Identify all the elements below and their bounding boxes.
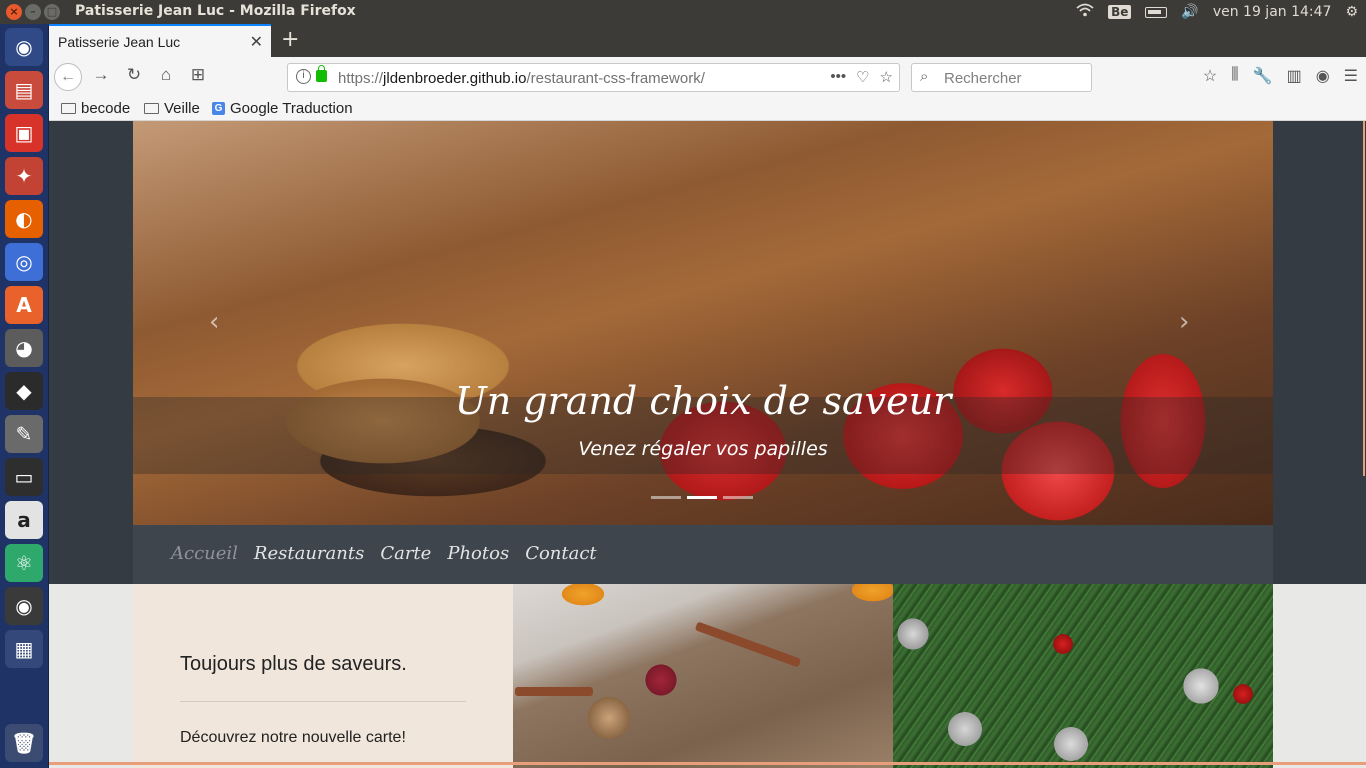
new-tab-button[interactable]: +: [281, 27, 299, 52]
page-actions-icon[interactable]: •••: [830, 68, 846, 86]
tab-strip: Patisserie Jean Luc ✕ +: [49, 24, 1366, 57]
forward-button[interactable]: →: [90, 65, 112, 85]
url-scheme: https://: [338, 70, 384, 87]
cinnamon-stick: [694, 621, 802, 668]
files-app-icon[interactable]: ▤: [5, 71, 43, 109]
keyboard-layout-indicator[interactable]: Be: [1108, 5, 1132, 19]
url-text[interactable]: https://jldenbroeder.github.io/restauran…: [338, 70, 705, 87]
feature-text: Découvrez notre nouvelle carte!: [180, 729, 406, 746]
bookmark-google-traduction[interactable]: G Google Traduction: [212, 100, 353, 117]
carousel-indicators: [651, 496, 753, 499]
screenshot-app-icon[interactable]: ▣: [5, 114, 43, 152]
ubuntu-dash-icon[interactable]: ◉: [5, 28, 43, 66]
inkscape-icon[interactable]: ◆: [5, 372, 43, 410]
chrome-icon[interactable]: ◎: [5, 243, 43, 281]
nav-link-photos[interactable]: Photos: [447, 543, 509, 564]
search-bar[interactable]: ⌕ Rechercher: [911, 63, 1092, 92]
carousel-caption-subtitle: Venez régaler vos papilles: [578, 438, 828, 460]
bookmark-label: Google Traduction: [230, 100, 353, 117]
bookmark-label: Veille: [164, 100, 200, 117]
app-launcher: ◉ ▤ ▣ ✦ ◐ ◎ A ◕ ◆ ✎ ▭ a ⚛ ◉ ▦ 🗑: [0, 24, 49, 768]
firefox-icon[interactable]: ◐: [5, 200, 43, 238]
cinnamon-stick: [515, 687, 593, 696]
google-translate-icon: G: [212, 102, 225, 115]
text-editor-icon[interactable]: ✎: [5, 415, 43, 453]
software-center-icon[interactable]: A: [5, 286, 43, 324]
library-icon[interactable]: ⫼: [1231, 66, 1238, 86]
carousel-indicator-1[interactable]: [651, 496, 681, 499]
address-bar[interactable]: i https://jldenbroeder.github.io/restaur…: [287, 63, 900, 92]
scrollbar[interactable]: [1363, 121, 1365, 476]
wifi-icon[interactable]: [1076, 3, 1094, 21]
trash-icon[interactable]: 🗑: [5, 724, 43, 762]
reload-button[interactable]: ↻: [123, 65, 145, 85]
search-placeholder: Rechercher: [944, 70, 1022, 87]
bookmark-veille[interactable]: Veille: [144, 100, 200, 117]
sidebar-icon[interactable]: ▥: [1287, 66, 1302, 86]
settings-gear-icon[interactable]: ⚙: [1345, 4, 1358, 20]
battery-icon[interactable]: [1145, 6, 1168, 18]
window-title: Patisserie Jean Luc - Mozilla Firefox: [75, 3, 356, 19]
carousel-caption-title: Un grand choix de saveur: [454, 379, 952, 423]
carousel-indicator-3[interactable]: [723, 496, 753, 499]
folder-icon: [61, 103, 76, 114]
spices-photo: [513, 584, 893, 768]
menu-hamburger-icon[interactable]: ☰: [1344, 66, 1358, 86]
folder-icon: [144, 103, 159, 114]
developer-tools-icon[interactable]: 🔧: [1253, 66, 1273, 86]
tab-patisserie[interactable]: Patisserie Jean Luc ✕: [49, 24, 271, 57]
close-window-button[interactable]: ×: [6, 4, 22, 20]
bookmark-becode[interactable]: becode: [61, 100, 130, 117]
new-container-icon[interactable]: ⊞: [187, 65, 209, 85]
bookmarks-toolbar: becode Veille G Google Traduction: [49, 97, 1366, 121]
volume-icon[interactable]: 🔊: [1181, 4, 1198, 20]
secure-lock-icon[interactable]: [316, 65, 327, 82]
atom-editor-icon[interactable]: ⚛: [5, 544, 43, 582]
page-bottom-accent: [49, 762, 1366, 765]
url-path: /restaurant-css-framework/: [526, 70, 705, 87]
carousel-indicator-2[interactable]: [687, 496, 717, 499]
search-icon: ⌕: [920, 68, 929, 85]
system-tray: Be 🔊 ven 19 jan 14:47 ⚙: [1076, 3, 1358, 21]
feature-heading: Toujours plus de saveurs.: [180, 653, 407, 675]
nav-link-contact[interactable]: Contact: [525, 543, 596, 564]
clock[interactable]: ven 19 jan 14:47: [1213, 4, 1332, 20]
url-domain: jldenbroeder.github.io: [383, 70, 527, 87]
feature-card: Toujours plus de saveurs. Découvrez notr…: [133, 584, 513, 768]
close-tab-icon[interactable]: ✕: [250, 32, 263, 52]
amazon-icon[interactable]: a: [5, 501, 43, 539]
hero-carousel: Un grand choix de saveur Venez régaler v…: [133, 121, 1273, 525]
site-info-icon[interactable]: i: [296, 69, 311, 84]
page-viewport: Un grand choix de saveur Venez régaler v…: [49, 121, 1366, 768]
terminal-icon[interactable]: ▭: [5, 458, 43, 496]
nav-link-accueil[interactable]: Accueil: [171, 543, 238, 564]
carousel-next-icon[interactable]: ›: [1179, 307, 1189, 337]
christmas-tree-photo: [893, 584, 1273, 768]
gimp-icon[interactable]: ◕: [5, 329, 43, 367]
extension-icon[interactable]: ◉: [1316, 66, 1330, 86]
back-button[interactable]: ←: [54, 63, 82, 91]
tab-title: Patisserie Jean Luc: [58, 34, 181, 50]
carousel-prev-icon[interactable]: ‹: [209, 307, 219, 337]
nav-link-restaurants[interactable]: Restaurants: [254, 543, 364, 564]
feature-divider: [180, 701, 466, 702]
mail-app-icon[interactable]: ◉: [5, 587, 43, 625]
site-navigation: Accueil Restaurants Carte Photos Contact: [133, 525, 1273, 584]
bookmarks-menu-icon[interactable]: ☆: [1203, 66, 1217, 86]
system-settings-icon[interactable]: ✦: [5, 157, 43, 195]
bookmark-star-icon[interactable]: ☆: [880, 68, 893, 86]
system-top-panel: × – □ Patisserie Jean Luc - Mozilla Fire…: [0, 0, 1366, 24]
nav-link-carte[interactable]: Carte: [380, 543, 431, 564]
bookmark-label: becode: [81, 100, 131, 117]
pocket-icon[interactable]: ♡: [856, 68, 869, 86]
navigation-toolbar: ← → ↻ ⌂ ⊞ i https://jldenbroeder.github.…: [49, 57, 1366, 97]
minimize-window-button[interactable]: –: [25, 4, 41, 20]
maximize-window-button[interactable]: □: [44, 4, 60, 20]
home-button[interactable]: ⌂: [155, 65, 177, 85]
workspace-switcher-icon[interactable]: ▦: [5, 630, 43, 668]
window-controls: × – □: [6, 4, 60, 20]
